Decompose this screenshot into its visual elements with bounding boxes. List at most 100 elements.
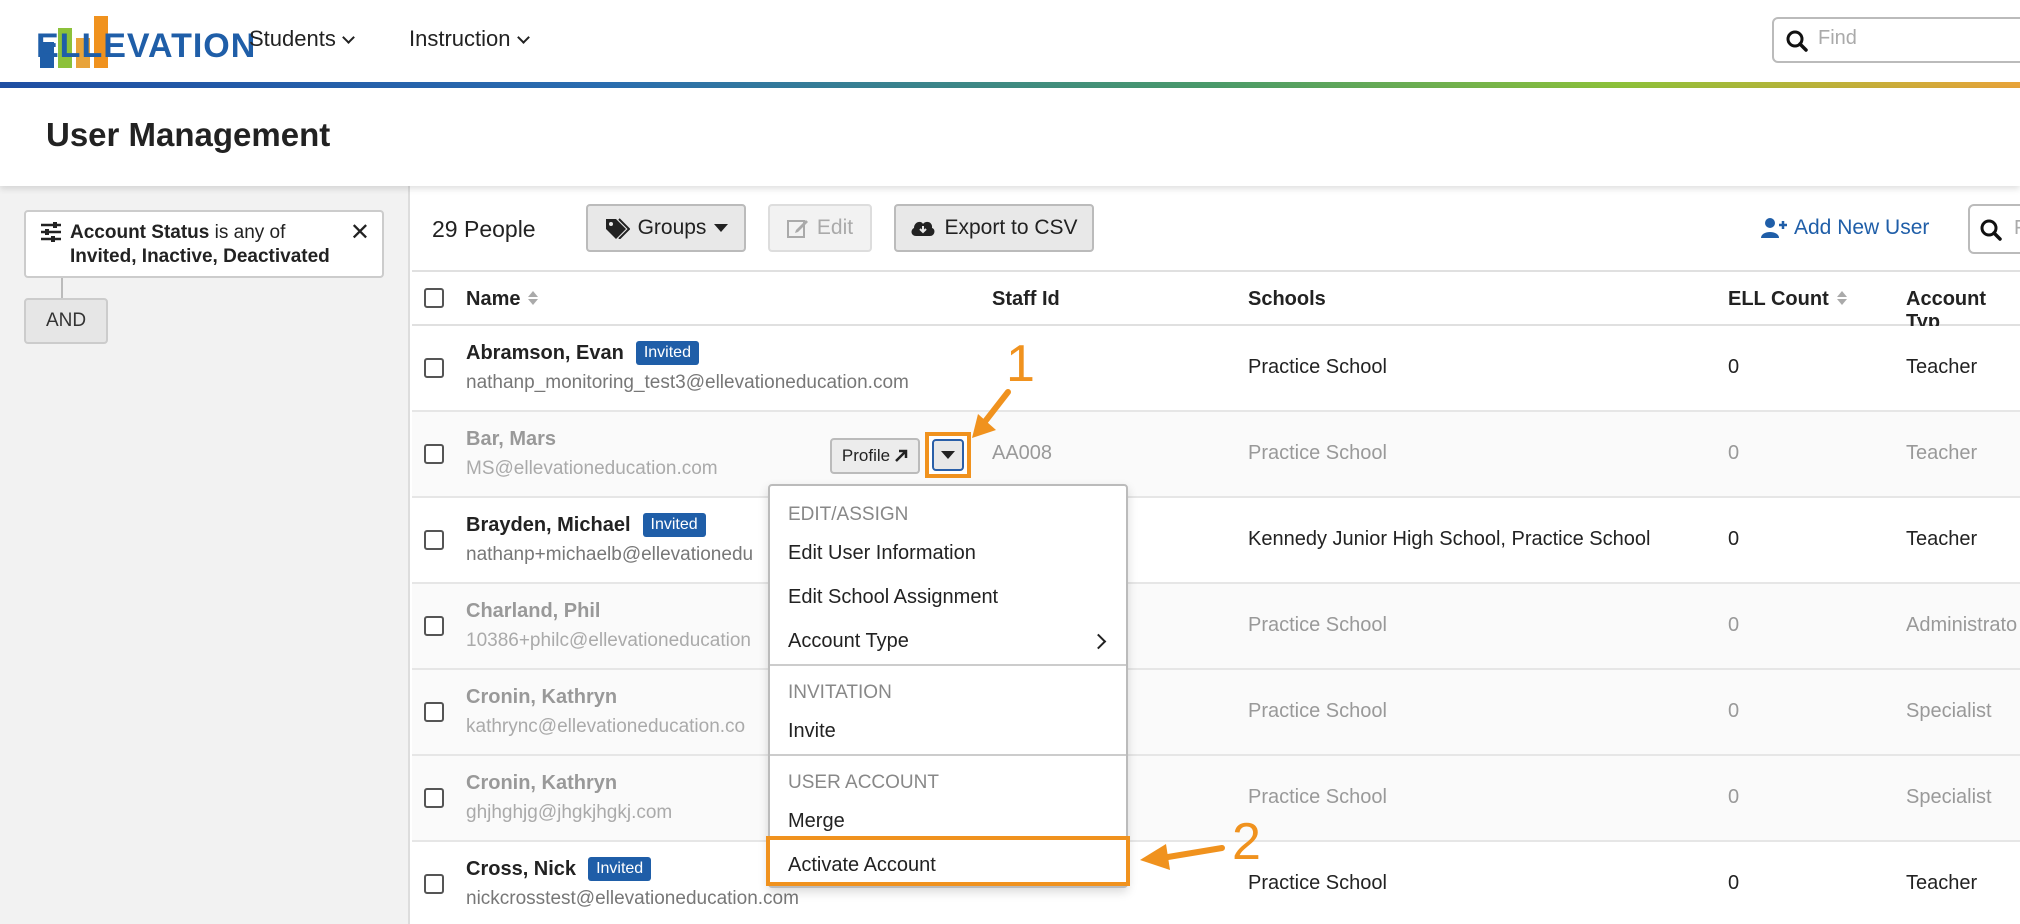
edit-button[interactable]: Edit bbox=[768, 204, 872, 252]
user-schools: Kennedy Junior High School, Practice Sch… bbox=[1248, 528, 1651, 550]
people-count: 29 People bbox=[432, 216, 536, 242]
user-schools: Practice School bbox=[1248, 786, 1387, 808]
add-user-icon bbox=[1761, 218, 1787, 238]
column-header-staff-id: Staff Id bbox=[992, 288, 1060, 310]
filter-chip-account-status[interactable]: Account Status is any of Invited, Inacti… bbox=[24, 210, 384, 278]
user-schools: Practice School bbox=[1248, 872, 1387, 894]
table-row[interactable]: Abramson, Evan Invited nathanp_monitoring… bbox=[412, 326, 2020, 412]
user-email: kathrync@ellevationeducation.co bbox=[466, 716, 746, 737]
chevron-right-icon bbox=[1090, 633, 1107, 650]
table-row[interactable]: Cronin, Kathryn ghjhghjg@jhgkjhgkj.com P… bbox=[412, 756, 2020, 842]
menu-section-edit-assign: EDIT/ASSIGN bbox=[788, 504, 909, 525]
row-checkbox[interactable] bbox=[424, 358, 444, 378]
menu-item-invite[interactable]: Invite bbox=[788, 720, 836, 743]
profile-button[interactable]: Profile bbox=[830, 438, 920, 474]
cloud-download-icon bbox=[912, 221, 935, 236]
menu-item-merge[interactable]: Merge bbox=[788, 810, 845, 833]
sort-icon bbox=[528, 290, 539, 305]
edit-icon bbox=[786, 220, 808, 238]
nav-students-label: Students bbox=[249, 26, 336, 51]
user-ell-count: 0 bbox=[1728, 442, 1740, 464]
column-header-name[interactable]: Name bbox=[466, 288, 539, 311]
groups-button[interactable]: Groups bbox=[586, 204, 746, 252]
filter-values: Invited, Inactive, Deactivated bbox=[70, 246, 330, 267]
row-checkbox[interactable] bbox=[424, 530, 444, 550]
user-ell-count: 0 bbox=[1728, 872, 1740, 894]
and-button[interactable]: AND bbox=[24, 298, 108, 344]
sliders-icon bbox=[41, 222, 61, 242]
user-account-type: Teacher bbox=[1906, 528, 1978, 550]
user-account-type: Teacher bbox=[1906, 356, 1978, 378]
column-header-schools: Schools bbox=[1248, 288, 1326, 310]
user-email: ghjhghjg@jhgkjhgkj.com bbox=[466, 802, 673, 823]
annotation-step-2: 2 bbox=[1232, 813, 1261, 871]
add-new-user-link[interactable]: Add New User bbox=[1760, 216, 1929, 240]
find-input[interactable] bbox=[1818, 27, 2018, 50]
table-search[interactable]: F bbox=[1968, 204, 2020, 254]
filter-panel: Account Status is any of Invited, Inacti… bbox=[0, 186, 410, 924]
column-header-ell-count-label: ELL Count bbox=[1728, 288, 1829, 310]
status-badge: Invited bbox=[642, 513, 706, 537]
search-icon bbox=[1980, 219, 2002, 241]
user-account-type: Administrato bbox=[1906, 614, 2018, 636]
table-row[interactable]: Cronin, Kathryn kathrync@ellevationeduca… bbox=[412, 670, 2020, 756]
menu-item-edit-school-assignment[interactable]: Edit School Assignment bbox=[788, 586, 998, 609]
table-row[interactable]: Bar, Mars MS@ellevationeducation.com Pro… bbox=[412, 412, 2020, 498]
export-csv-button[interactable]: Export to CSV bbox=[894, 204, 1094, 252]
nav-students[interactable]: Students bbox=[249, 26, 355, 52]
table-row[interactable]: Charland, Phil 10386+philc@ellevationedu… bbox=[412, 584, 2020, 670]
user-name[interactable]: Bar, Mars bbox=[466, 428, 556, 451]
add-user-label: Add New User bbox=[1794, 216, 1930, 239]
row-actions-menu: EDIT/ASSIGN Edit User Information Edit S… bbox=[766, 484, 1130, 888]
row-actions-button[interactable] bbox=[932, 439, 964, 471]
user-name[interactable]: Cross, Nick Invited bbox=[466, 857, 652, 883]
user-name[interactable]: Brayden, Michael Invited bbox=[466, 513, 706, 539]
column-header-name-label: Name bbox=[466, 288, 521, 310]
user-ell-count: 0 bbox=[1728, 614, 1740, 636]
user-name-text: Cross, Nick bbox=[466, 858, 577, 880]
user-name[interactable]: Cronin, Kathryn bbox=[466, 772, 617, 795]
annotation-highlight-box bbox=[766, 836, 1130, 886]
row-checkbox[interactable] bbox=[424, 444, 444, 464]
user-schools: Practice School bbox=[1248, 614, 1387, 636]
menu-divider bbox=[770, 664, 1126, 666]
user-email: 10386+philc@ellevationeducation bbox=[466, 630, 751, 651]
row-checkbox[interactable] bbox=[424, 702, 444, 722]
annotation-arrow-icon bbox=[1140, 844, 1225, 870]
user-ell-count: 0 bbox=[1728, 356, 1740, 378]
user-name[interactable]: Charland, Phil bbox=[466, 600, 600, 623]
row-checkbox[interactable] bbox=[424, 616, 444, 636]
export-label: Export to CSV bbox=[944, 216, 1078, 239]
user-account-type: Specialist bbox=[1906, 786, 1992, 808]
filter-field: Account Status bbox=[70, 222, 210, 243]
filter-connector bbox=[61, 278, 63, 300]
ellevation-logo[interactable]: ELLEVATION bbox=[36, 10, 255, 68]
user-email: MS@ellevationeducation.com bbox=[466, 458, 718, 479]
select-all-checkbox[interactable] bbox=[424, 288, 444, 308]
column-header-ell-count[interactable]: ELL Count bbox=[1728, 288, 1847, 311]
user-account-type: Specialist bbox=[1906, 700, 1992, 722]
menu-item-edit-user-information[interactable]: Edit User Information bbox=[788, 542, 976, 565]
table-header: Name Staff Id Schools ELL Count Account … bbox=[412, 272, 2020, 333]
table-row[interactable]: Brayden, Michael Invited nathanp+michaelb… bbox=[412, 498, 2020, 584]
users-table: Name Staff Id Schools ELL Count Account … bbox=[412, 272, 2020, 924]
page-header: User Management bbox=[0, 88, 2020, 186]
profile-label: Profile bbox=[841, 446, 891, 465]
user-name[interactable]: Cronin, Kathryn bbox=[466, 686, 617, 709]
caret-down-icon bbox=[714, 224, 729, 232]
groups-label: Groups bbox=[637, 216, 707, 239]
status-badge: Invited bbox=[635, 341, 699, 365]
row-checkbox[interactable] bbox=[424, 874, 444, 894]
sort-icon bbox=[1836, 290, 1847, 305]
user-schools: Practice School bbox=[1248, 356, 1387, 378]
user-name[interactable]: Abramson, Evan Invited bbox=[466, 341, 699, 367]
user-ell-count: 0 bbox=[1728, 786, 1740, 808]
menu-item-account-type[interactable]: Account Type bbox=[788, 630, 909, 653]
user-name-text: Abramson, Evan bbox=[466, 342, 624, 364]
user-email: nickcrosstest@ellevationeducation.com bbox=[466, 888, 799, 909]
row-actions-dropdown-toggle[interactable] bbox=[925, 432, 971, 478]
remove-filter-icon[interactable]: ✕ bbox=[350, 218, 370, 247]
user-email: nathanp_monitoring_test3@ellevationeduca… bbox=[466, 372, 909, 393]
row-checkbox[interactable] bbox=[424, 788, 444, 808]
nav-instruction[interactable]: Instruction bbox=[409, 26, 530, 52]
